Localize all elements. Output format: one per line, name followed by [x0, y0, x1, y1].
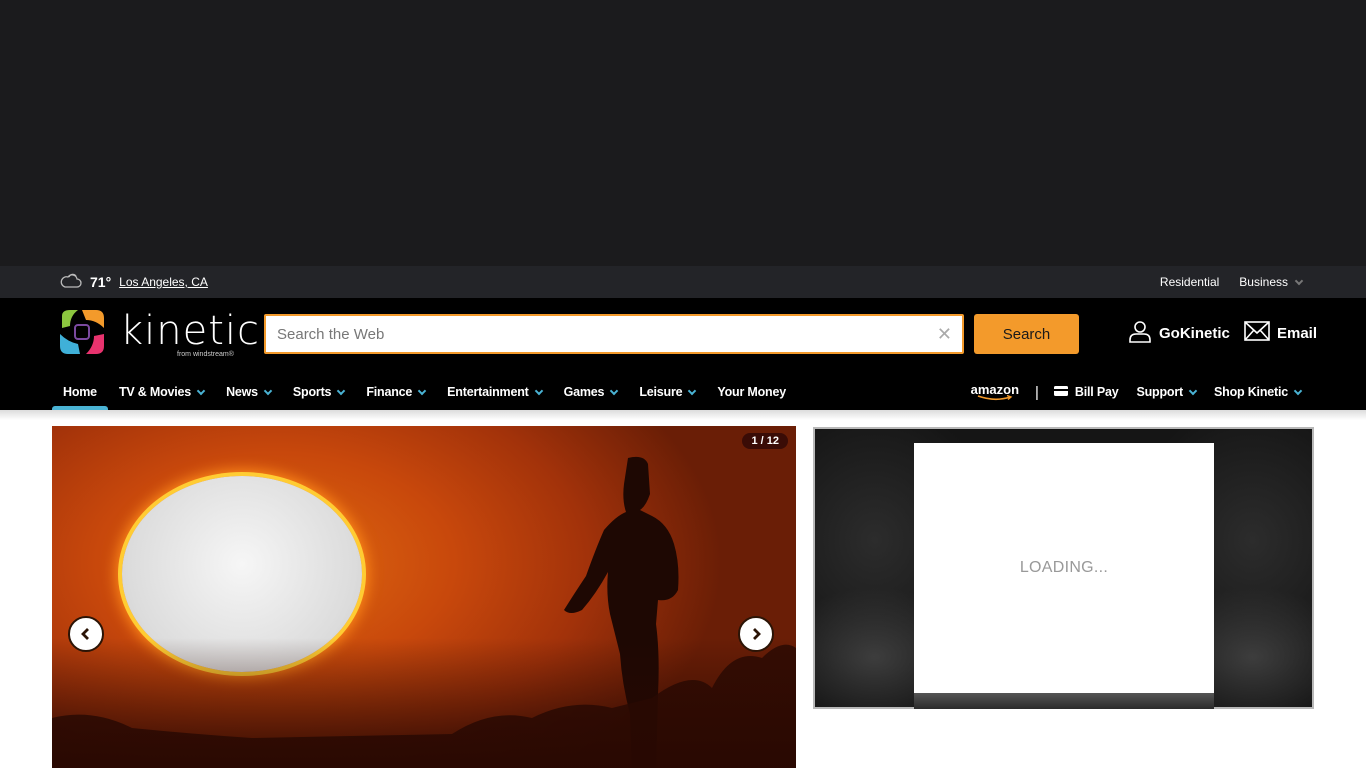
- chevron-down-icon: [1188, 386, 1198, 395]
- kinetic-swirl-icon: [56, 306, 108, 363]
- residential-label: Residential: [1159, 275, 1220, 289]
- slide-bottom-gradient: [52, 638, 796, 768]
- chevron-down-icon: [263, 386, 273, 395]
- nav-label: Sports: [292, 385, 332, 399]
- nav-item-leisure[interactable]: Leisure: [628, 374, 706, 410]
- weather-location-link[interactable]: Los Angeles, CA: [119, 275, 208, 289]
- nav-label: TV & Movies: [118, 385, 192, 399]
- amazon-smile-icon: [977, 394, 1013, 400]
- chevron-down-icon: [337, 386, 346, 395]
- side-ad-card-shadow: [914, 693, 1214, 709]
- weather-widget[interactable]: 71° Los Angeles, CA: [60, 266, 208, 298]
- gokinetic-link[interactable]: GoKinetic: [1128, 320, 1230, 346]
- user-icon: [1128, 319, 1152, 347]
- shop-kinetic-label: Shop Kinetic: [1214, 385, 1288, 399]
- business-dropdown[interactable]: Business: [1239, 275, 1304, 289]
- nav-separator: |: [1035, 383, 1039, 401]
- envelope-icon: [1244, 321, 1270, 345]
- utility-bar: 71° Los Angeles, CA Residential Business: [0, 266, 1366, 298]
- nav-item-home[interactable]: Home: [52, 374, 108, 410]
- secondary-nav: amazon | Bill Pay Support Shop Kinetic: [961, 374, 1310, 410]
- side-ad[interactable]: LOADING...: [813, 427, 1314, 709]
- nav-label: News: [226, 385, 258, 399]
- chevron-left-icon: [81, 628, 89, 640]
- bill-pay-label: Bill Pay: [1074, 385, 1119, 399]
- search-button[interactable]: Search: [974, 314, 1079, 354]
- header-shadow: [0, 410, 1366, 420]
- support-label: Support: [1136, 385, 1183, 399]
- nav-item-sports[interactable]: Sports: [282, 374, 355, 410]
- residential-link[interactable]: Residential: [1160, 275, 1219, 289]
- email-link[interactable]: Email: [1244, 320, 1317, 346]
- logo-tagline: from windstream®: [177, 351, 234, 358]
- nav-label: Your Money: [717, 385, 786, 399]
- chevron-right-icon: [753, 628, 761, 640]
- close-icon[interactable]: ✕: [937, 325, 952, 343]
- chevron-down-icon: [1294, 276, 1304, 285]
- nav-label: Leisure: [639, 385, 683, 399]
- slideshow[interactable]: 1 / 12: [52, 426, 796, 768]
- shop-kinetic-dropdown[interactable]: Shop Kinetic: [1205, 374, 1310, 410]
- search-box: ✕: [264, 314, 964, 354]
- nav-label: Games: [563, 385, 605, 399]
- weather-temperature: 71°: [90, 274, 112, 290]
- chevron-down-icon: [417, 386, 427, 395]
- logo-wordmark: kinetic: [120, 308, 261, 354]
- chevron-down-icon: [610, 386, 619, 395]
- search-input[interactable]: [266, 316, 962, 352]
- nav-item-your-money[interactable]: Your Money: [706, 374, 797, 410]
- site-header: kinetic from windstream® ✕ Search GoKine…: [0, 298, 1366, 410]
- cloud-icon: [60, 273, 82, 292]
- top-ad-banner: [0, 0, 1366, 266]
- chevron-down-icon: [688, 386, 697, 395]
- chevron-down-icon: [534, 386, 543, 395]
- amazon-link[interactable]: amazon: [961, 383, 1029, 401]
- support-dropdown[interactable]: Support: [1127, 374, 1205, 410]
- slide-counter: 1 / 12: [742, 433, 788, 449]
- nav-label: Finance: [366, 385, 413, 399]
- slide-prev-button[interactable]: [68, 616, 104, 652]
- kinetic-logo[interactable]: kinetic from windstream®: [56, 306, 259, 363]
- side-ad-card: LOADING...: [914, 443, 1214, 693]
- main-nav: Home TV & Movies News Sports Finance Ent…: [52, 374, 797, 410]
- business-label: Business: [1239, 275, 1288, 289]
- chevron-down-icon: [196, 386, 206, 395]
- bill-pay-link[interactable]: Bill Pay: [1045, 374, 1128, 410]
- nav-item-tv-movies[interactable]: TV & Movies: [108, 374, 215, 410]
- nav-item-games[interactable]: Games: [553, 374, 629, 410]
- nav-label: Home: [63, 385, 97, 399]
- nav-label: Entertainment: [447, 385, 529, 399]
- nav-item-finance[interactable]: Finance: [355, 374, 436, 410]
- credit-card-icon: [1053, 385, 1068, 399]
- email-label: Email: [1277, 324, 1318, 342]
- nav-item-news[interactable]: News: [215, 374, 282, 410]
- loading-text: LOADING...: [1019, 559, 1109, 576]
- nav-item-entertainment[interactable]: Entertainment: [436, 374, 552, 410]
- chevron-down-icon: [1293, 386, 1303, 395]
- gokinetic-label: GoKinetic: [1159, 324, 1230, 342]
- slide-next-button[interactable]: [738, 616, 774, 652]
